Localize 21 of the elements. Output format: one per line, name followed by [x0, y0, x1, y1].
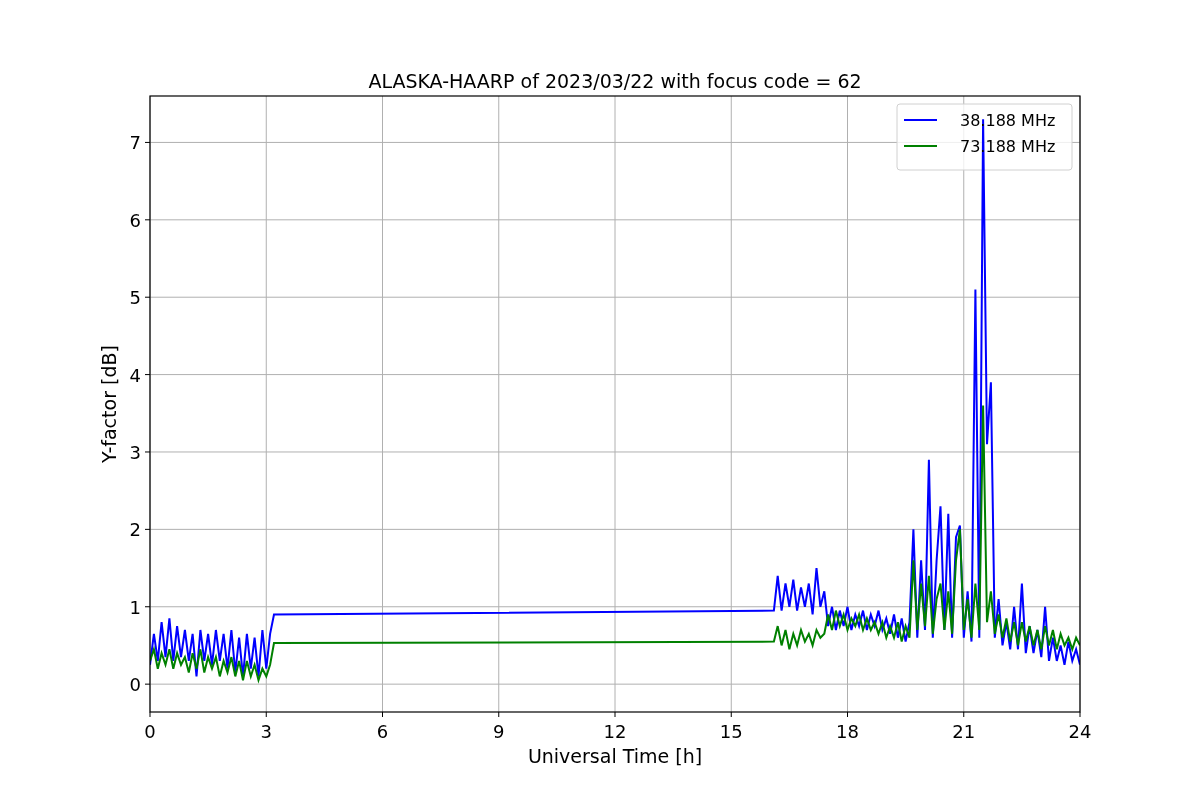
- axis-tick-label: 9: [493, 721, 505, 742]
- axis-tick-label: 18: [836, 721, 859, 742]
- axis-tick-label: 24: [1068, 721, 1092, 742]
- chart-title: ALASKA-HAARP of 2023/03/22 with focus code = 62: [368, 70, 862, 92]
- legend-label: 38.188 MHz: [960, 111, 1056, 130]
- axis-label: Y-factor [dB]: [98, 345, 120, 463]
- axis-tick-label: 1: [129, 596, 141, 618]
- axis-tick-label: 21: [952, 721, 976, 742]
- axis-tick-label: 7: [129, 132, 141, 154]
- axis-tick-label: 3: [129, 442, 141, 463]
- axis-tick-label: 0: [129, 674, 141, 696]
- axis-tick-label: 4: [129, 364, 141, 386]
- axis-tick-label: 12: [603, 721, 627, 742]
- axis-tick-label: 5: [129, 287, 141, 309]
- axis-tick-label: 6: [376, 721, 389, 742]
- axis-tick-label: 6: [129, 209, 141, 231]
- axis-label: Universal Time [h]: [527, 745, 703, 767]
- axis-tick-label: 15: [719, 721, 743, 742]
- axis-tick-label: 0: [144, 721, 156, 742]
- axis-tick-label: 3: [260, 721, 272, 742]
- axis-tick-label: 2: [129, 519, 141, 541]
